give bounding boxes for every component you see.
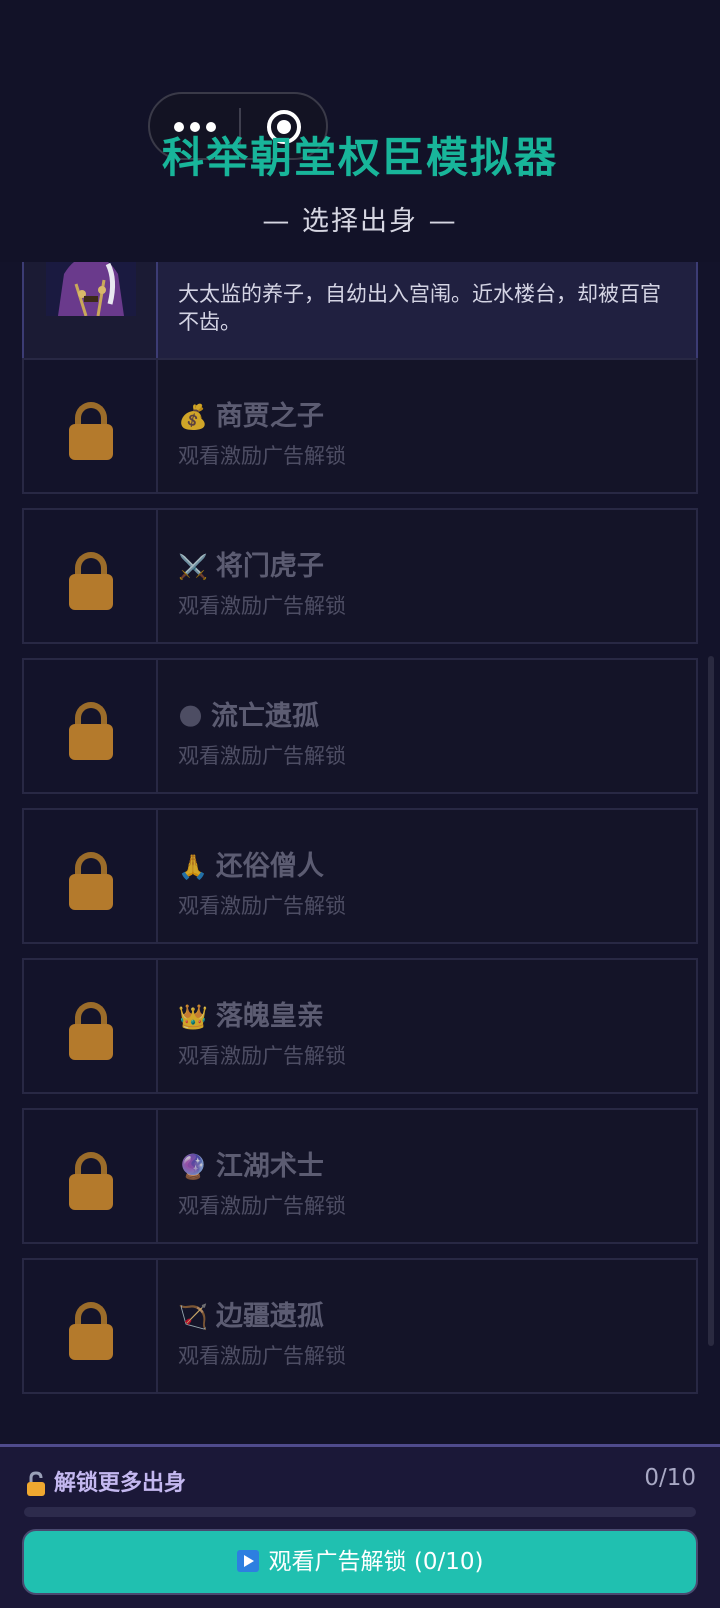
origin-unlock-hint: 观看激励广告解锁: [178, 1344, 346, 1368]
unlock-title-row: 解锁更多出身: [26, 1465, 186, 1497]
origin-emoji-icon: 👑: [178, 1003, 208, 1031]
origin-unlock-hint: 观看激励广告解锁: [178, 444, 346, 468]
play-icon: [236, 1549, 259, 1572]
origin-description: 大太监的养子，自幼出入宫闱。近水楼台，却被百官不齿。: [178, 282, 661, 334]
unlock-lock-icon: [26, 1471, 46, 1497]
page-subtitle: — 选择出身 —: [262, 206, 458, 237]
origin-name-text: 流亡遗孤: [211, 701, 320, 732]
origin-name-text: 边疆遗孤: [215, 1301, 324, 1332]
lock-icon: [69, 1152, 113, 1210]
origin-card[interactable]: 👑 落魄皇亲观看激励广告解锁: [22, 958, 698, 1094]
origin-emoji-icon: 🙏: [178, 853, 208, 881]
origin-card[interactable]: 🙏 还俗僧人观看激励广告解锁: [22, 808, 698, 944]
origin-name: ⚔️ 将门虎子: [178, 544, 324, 583]
origin-card[interactable]: 💰 商贾之子观看激励广告解锁: [22, 358, 698, 494]
origin-thumb: [24, 810, 158, 942]
origin-name: 💰 商贾之子: [178, 394, 324, 433]
origin-emoji-icon: 💰: [178, 403, 208, 431]
unlock-progress-bar: [24, 1507, 696, 1517]
watch-ad-unlock-button[interactable]: 观看广告解锁 (0/10): [22, 1529, 698, 1595]
origin-thumb: [24, 510, 158, 642]
origin-emoji-icon: ⚔️: [178, 553, 208, 581]
origin-name-text: 将门虎子: [215, 551, 324, 582]
lock-icon: [69, 852, 113, 910]
page-header: 科举朝堂权臣模拟器 — 选择出身 —: [0, 0, 720, 262]
origin-name-text: 江湖术士: [215, 1151, 324, 1182]
origin-name: 🌑 流亡遗孤: [178, 694, 319, 733]
origin-name-text: 落魄皇亲: [215, 1001, 324, 1032]
lock-icon: [69, 402, 113, 460]
origin-thumb: [24, 960, 158, 1092]
origin-thumb: [24, 360, 158, 492]
origin-card[interactable]: 🌑 流亡遗孤观看激励广告解锁: [22, 658, 698, 794]
origin-thumb: [24, 1110, 158, 1242]
list-scrollbar[interactable]: [708, 656, 714, 1346]
origin-name-text: 还俗僧人: [215, 851, 324, 882]
origin-unlock-hint: 观看激励广告解锁: [178, 1194, 346, 1218]
origin-name: 🙏 还俗僧人: [178, 844, 324, 883]
origin-name-text: 商贾之子: [215, 401, 324, 432]
watch-ad-label: 观看广告解锁 (0/10): [268, 1549, 484, 1575]
origin-unlock-hint: 观看激励广告解锁: [178, 1044, 346, 1068]
unlock-title: 解锁更多出身: [54, 1471, 187, 1496]
origin-card[interactable]: 🔮 江湖术士观看激励广告解锁: [22, 1108, 698, 1244]
unlock-panel: 解锁更多出身 0/10 观看广告解锁 (0/10): [0, 1444, 720, 1608]
origin-unlock-hint: 观看激励广告解锁: [178, 744, 346, 768]
lock-icon: [69, 702, 113, 760]
lock-icon: [69, 1002, 113, 1060]
origin-name: 🔮 江湖术士: [178, 1144, 324, 1183]
origin-emoji-icon: 🏹: [178, 1303, 208, 1331]
unlock-count: 0/10: [644, 1465, 696, 1491]
origin-thumb: [24, 1260, 158, 1392]
origin-unlock-hint: 观看激励广告解锁: [178, 594, 346, 618]
origin-emoji-icon: 🌑: [178, 703, 204, 731]
lock-icon: [69, 552, 113, 610]
origin-card[interactable]: ⚔️ 将门虎子观看激励广告解锁: [22, 508, 698, 644]
origin-card[interactable]: 🏹 边疆遗孤观看激励广告解锁: [22, 1258, 698, 1394]
origin-name: 🏹 边疆遗孤: [178, 1294, 324, 1333]
origin-emoji-icon: 🔮: [178, 1153, 208, 1181]
page-title: 科举朝堂权臣模拟器: [161, 133, 558, 182]
origin-unlock-hint: 观看激励广告解锁: [178, 894, 346, 918]
lock-icon: [69, 1302, 113, 1360]
origin-thumb: [24, 660, 158, 792]
origin-name: 👑 落魄皇亲: [178, 994, 324, 1033]
